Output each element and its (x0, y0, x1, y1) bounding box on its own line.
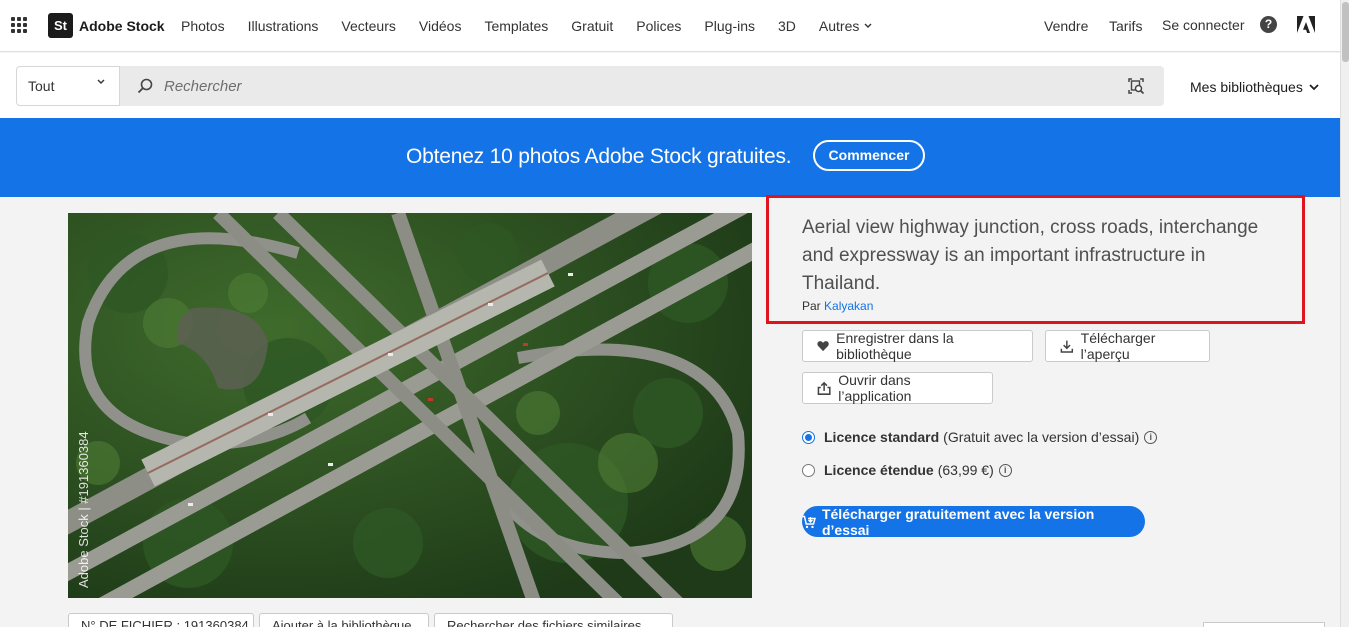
author-line: Par Kalyakan (802, 299, 873, 313)
download-icon (1060, 340, 1074, 353)
nav-gratuit[interactable]: Gratuit (571, 18, 613, 34)
license-extended-label: Licence étendue (824, 462, 934, 478)
nav-illustrations[interactable]: Illustrations (248, 18, 319, 34)
adobe-stock-logo: St (48, 13, 73, 38)
pricing-link[interactable]: Tarifs (1109, 18, 1142, 34)
author-prefix: Par (802, 299, 821, 313)
scrollbar-thumb[interactable] (1342, 2, 1349, 62)
nav-plugins[interactable]: Plug-ins (704, 18, 755, 34)
top-navigation: St Adobe Stock Photos Illustrations Vect… (0, 0, 1340, 52)
info-icon[interactable]: i (998, 463, 1012, 477)
share-open-icon (817, 381, 831, 395)
promo-banner: Obtenez 10 photos Adobe Stock gratuites.… (0, 118, 1340, 197)
search-scope-value: Tout (28, 78, 55, 94)
heart-icon (817, 341, 829, 352)
open-in-app-button[interactable]: Ouvrir dans l’application (802, 372, 993, 404)
license-standard-label: Licence standard (824, 429, 940, 445)
save-to-library-button[interactable]: Enregistrer dans la bibliothèque (802, 330, 1033, 362)
search-scope-select[interactable]: Tout (16, 66, 120, 106)
asset-title: Aerial view highway junction, cross road… (802, 217, 1259, 294)
highway-aerial-image (68, 213, 752, 598)
download-preview-label: Télécharger l’aperçu (1080, 330, 1156, 362)
author-link[interactable]: Kalyakan (824, 299, 873, 313)
nav-polices[interactable]: Polices (636, 18, 681, 34)
visual-search-icon[interactable] (1127, 77, 1145, 95)
download-free-trial-label: Télécharger gratuitement avec la version… (821, 505, 1095, 538)
nav-3d[interactable]: 3D (778, 18, 796, 34)
license-extended-option[interactable]: Licence étendue (63,99 €) i (802, 462, 1012, 478)
adobe-logo-icon[interactable] (1297, 16, 1315, 33)
signin-link[interactable]: Se connecter (1162, 17, 1245, 33)
license-standard-option[interactable]: Licence standard (Gratuit avec la versio… (802, 429, 1158, 445)
chevron-down-icon (97, 79, 105, 84)
search-icon (137, 78, 153, 94)
info-icon[interactable]: i (1144, 430, 1158, 444)
search-input[interactable] (164, 66, 1104, 106)
cart-download-icon (802, 515, 816, 528)
brand[interactable]: St Adobe Stock (48, 13, 165, 38)
nav-autres[interactable]: Autres (819, 18, 872, 34)
nav-autres-label: Autres (818, 18, 860, 34)
open-in-app-label: Ouvrir dans l’application (838, 372, 912, 404)
license-standard-radio[interactable] (802, 430, 815, 444)
download-free-trial-button[interactable]: Télécharger gratuitement avec la version… (802, 505, 1145, 538)
find-similar-chip[interactable]: Rechercher des fichiers similaires (434, 613, 673, 627)
download-preview-button[interactable]: Télécharger l’aperçu (1045, 330, 1210, 362)
nav-links: Photos Illustrations Vecteurs Vidéos Tem… (181, 18, 895, 34)
bottom-right-panel (1203, 622, 1325, 627)
nav-templates[interactable]: Templates (484, 18, 548, 34)
nav-photos[interactable]: Photos (181, 18, 225, 34)
license-extended-radio[interactable] (802, 463, 815, 477)
search-box (120, 66, 1164, 106)
search-row: Tout Mes bibliothèques (0, 53, 1340, 118)
nav-videos[interactable]: Vidéos (419, 18, 462, 34)
apps-grid-icon[interactable] (11, 17, 27, 33)
chevron-down-icon (1309, 83, 1319, 90)
promo-text: Obtenez 10 photos Adobe Stock gratuites. (406, 145, 792, 168)
watermark-text: Adobe Stock | #191360384 (76, 431, 91, 588)
my-libraries-label: Mes bibliothèques (1190, 79, 1303, 95)
nav-vecteurs[interactable]: Vecteurs (341, 18, 395, 34)
asset-preview-image[interactable] (68, 213, 752, 598)
brand-name: Adobe Stock (79, 17, 165, 34)
chevron-down-icon (864, 23, 872, 28)
my-libraries-button[interactable]: Mes bibliothèques (1190, 79, 1319, 95)
help-icon[interactable]: ? (1260, 16, 1277, 33)
sell-link[interactable]: Vendre (1044, 18, 1088, 34)
save-to-library-label: Enregistrer dans la bibliothèque (836, 330, 954, 362)
start-button[interactable]: Commencer (813, 140, 925, 171)
page-scrollbar[interactable] (1340, 0, 1349, 627)
license-standard-note: (Gratuit avec la version d’essai) (943, 429, 1140, 445)
license-extended-note: (63,99 €) (937, 462, 994, 478)
add-to-library-chip[interactable]: Ajouter à la bibliothèque (259, 613, 429, 627)
file-number-chip: N° DE FICHIER : 191360384 (68, 613, 254, 627)
